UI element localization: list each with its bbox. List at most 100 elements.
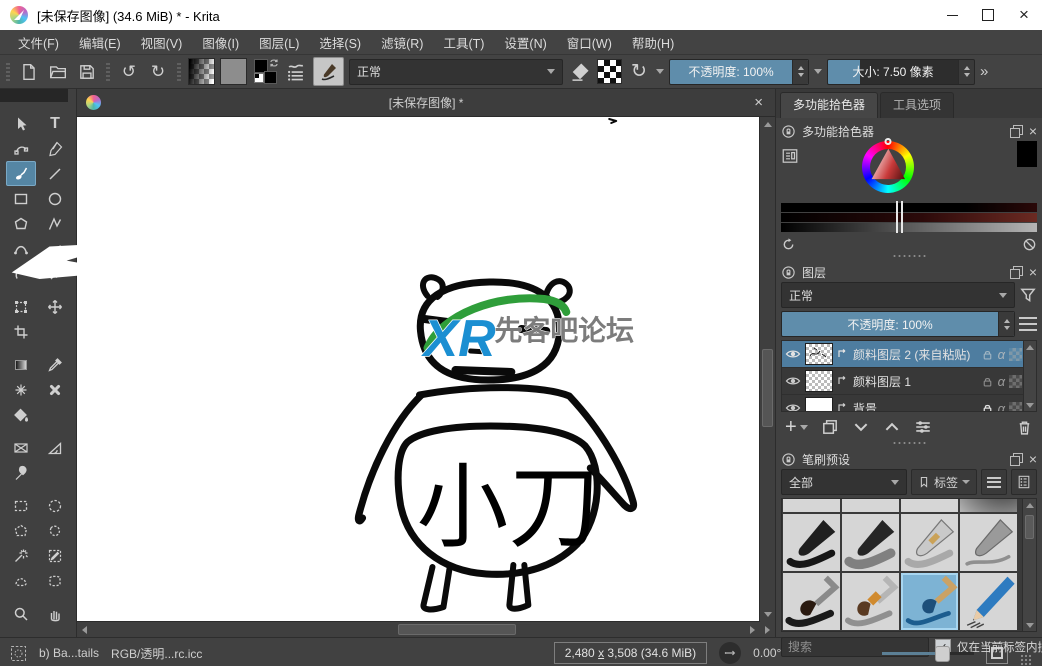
subwindow-titlebar[interactable]: [未保存图像] * × [77,89,775,117]
tag-button[interactable]: 标签 [910,469,977,495]
brush-detail-label[interactable]: b) Ba...tails [39,646,99,660]
tool-line[interactable] [40,161,70,186]
toolbox-header[interactable] [0,89,68,102]
brush-preset-tile[interactable] [960,499,1017,512]
lock-icon[interactable] [981,348,994,361]
scroll-up-arrow[interactable] [1024,341,1036,353]
tab-tool-options[interactable]: 工具选项 [880,92,955,118]
brush-preset-tile[interactable] [960,514,1017,571]
tool-move[interactable] [40,294,70,319]
inherit-alpha-icon[interactable] [1009,401,1022,411]
opacity-spinner[interactable] [792,59,808,84]
layer-blending-dropdown[interactable]: 正常 [781,282,1015,308]
current-color-swatch[interactable] [1016,141,1037,167]
color-bar-3[interactable] [781,223,1037,232]
menu-file[interactable]: 文件(F) [8,31,69,54]
tool-rectangle[interactable] [6,186,36,211]
save-button[interactable] [75,60,99,84]
brush-options-button[interactable] [284,60,308,84]
tool-crop[interactable] [6,319,36,344]
move-layer-up-button[interactable] [883,418,901,436]
chevron-down-icon[interactable] [656,69,664,74]
menu-view[interactable]: 视图(V) [131,31,193,54]
visibility-eye-icon[interactable] [785,346,801,362]
selection-display-icon[interactable] [10,645,27,662]
toolbar-grip[interactable] [106,62,110,81]
foreground-background-colors[interactable] [252,58,279,85]
scroll-right-arrow[interactable] [745,622,760,637]
duplicate-layer-button[interactable] [821,418,839,436]
menu-layer[interactable]: 图层(L) [249,31,309,54]
canvas-rotation-button[interactable] [719,642,742,664]
display-mode-button[interactable] [1011,469,1037,495]
docker-lock-icon[interactable] [781,124,796,139]
tool-polygon-select[interactable] [6,518,36,543]
minimize-button[interactable] [934,0,970,30]
tool-freehand-select[interactable] [40,518,70,543]
tool-select-shapes[interactable] [6,111,36,136]
maximize-button[interactable] [970,0,1006,30]
undo-button[interactable]: ↺ [117,60,141,84]
tool-zoom[interactable] [6,601,36,626]
horizontal-scrollbar[interactable] [77,621,760,637]
refresh-icon[interactable] [781,237,796,252]
tool-fill[interactable] [6,402,36,427]
layer-opacity-slider[interactable]: 不透明度: 100% [781,311,1015,337]
new-file-button[interactable] [17,60,41,84]
layer-thumbnail[interactable] [805,370,833,392]
menu-help[interactable]: 帮助(H) [622,31,684,54]
subwindow-close-button[interactable]: × [751,94,766,111]
blending-mode-dropdown[interactable]: 正常 [349,58,563,85]
vertical-scroll-thumb[interactable] [762,349,773,428]
tool-reference-images[interactable] [6,460,36,485]
menu-window[interactable]: 窗口(W) [557,31,622,54]
brush-preset-tile[interactable] [783,514,840,571]
brush-grid-scrollbar[interactable] [1022,499,1036,631]
layer-opacity-spinner[interactable] [998,312,1014,336]
scrollbar-corner[interactable] [760,622,775,637]
color-bar-1[interactable] [781,203,1037,212]
menu-image[interactable]: 图像(I) [192,31,249,54]
brush-scroll-thumb[interactable] [1025,515,1034,539]
opacity-slider[interactable]: 不透明度: 100% [669,58,809,85]
tool-ellipse[interactable] [40,186,70,211]
float-docker-icon[interactable] [1009,265,1023,279]
zoom-slider-thumb[interactable] [935,646,951,662]
zoom-slider[interactable] [882,645,974,662]
layer-properties-button[interactable] [914,418,932,436]
move-layer-down-button[interactable] [852,418,870,436]
filter-funnel-icon[interactable] [1019,286,1037,304]
layer-list-scrollbar[interactable] [1023,341,1036,411]
scroll-down-arrow[interactable] [1024,399,1036,411]
brush-preset-tile[interactable] [783,573,840,630]
docker-lock-icon[interactable] [781,452,796,467]
tool-smart-patch[interactable] [40,377,70,402]
color-wheel[interactable] [862,138,915,193]
horizontal-scroll-thumb[interactable] [398,624,517,635]
redo-button[interactable]: ↻ [146,60,170,84]
close-docker-icon[interactable]: × [1029,452,1037,466]
scroll-left-arrow[interactable] [77,622,92,637]
docker-lock-icon[interactable] [781,265,796,280]
tool-polygon[interactable] [6,211,36,236]
close-button[interactable]: × [1006,0,1042,30]
reload-preset-button[interactable]: ↻ [627,60,651,84]
tool-calligraphy[interactable] [40,136,70,161]
pattern-swatch[interactable] [220,58,247,85]
layer-row[interactable]: 颜料图层 1 α [782,368,1036,395]
brush-preset-tile[interactable] [901,499,958,512]
tool-pan[interactable] [40,601,70,626]
add-layer-button[interactable]: + [785,417,808,437]
chevron-down-icon[interactable] [814,69,822,74]
tool-polyline[interactable] [40,211,70,236]
menu-tools[interactable]: 工具(T) [433,31,494,54]
tool-rect-select[interactable] [6,493,36,518]
float-docker-icon[interactable] [1009,452,1023,466]
tool-select-sampler[interactable] [40,543,70,568]
tool-magnetic-select[interactable] [40,568,70,593]
menu-filter[interactable]: 滤镜(R) [371,31,433,54]
visibility-eye-icon[interactable] [785,373,801,389]
canvas[interactable]: 小刀 XR 先客吧论坛 [77,117,760,622]
alpha-lock-icon[interactable]: α [998,401,1005,412]
open-file-button[interactable] [46,60,70,84]
